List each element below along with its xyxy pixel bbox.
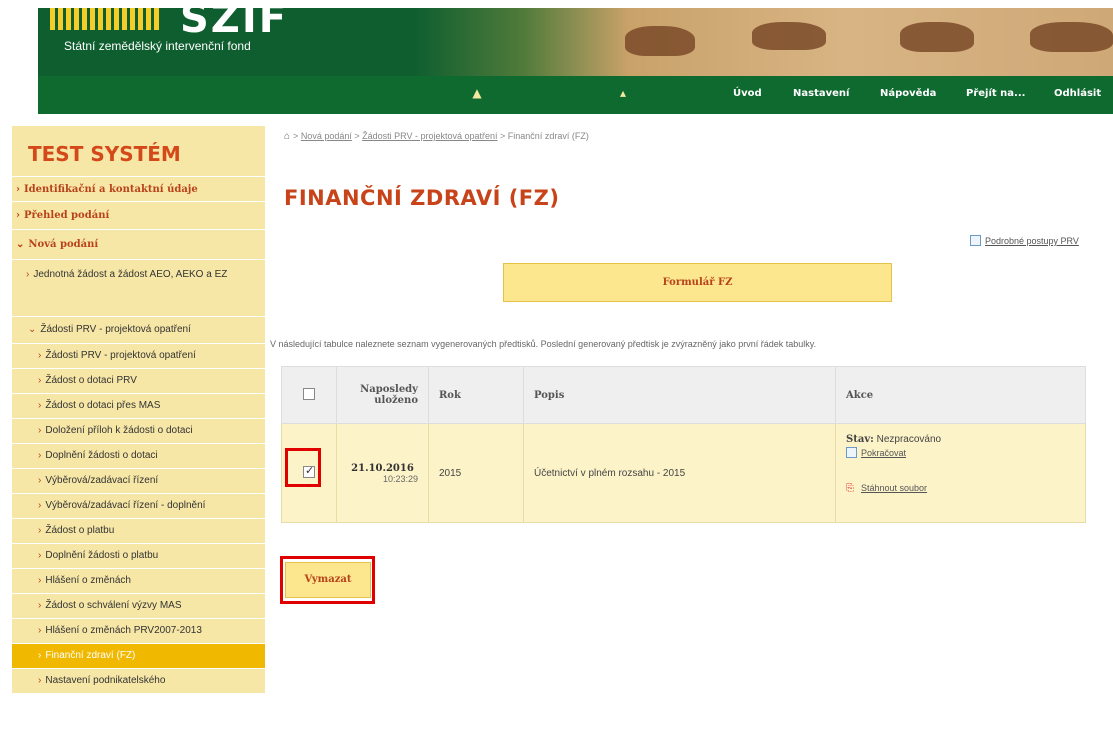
nav-help[interactable]: Nápověda: [880, 88, 936, 99]
saved-date: 21.10.2016: [351, 462, 414, 474]
nav-logout[interactable]: Odhlásit: [1054, 88, 1101, 99]
user-icon[interactable]: ▲: [470, 86, 484, 100]
sidebar-item-single-application[interactable]: › Jednotná žádost a žádost AEO, AEKO a EZ: [12, 259, 265, 316]
nav-settings[interactable]: Nastavení: [793, 88, 849, 99]
nav-home[interactable]: Úvod: [733, 88, 762, 99]
breadcrumb-current: Finanční zdraví (FZ): [507, 131, 589, 141]
sidebar-item-prv-subsidy[interactable]: › Žádost o dotaci PRV: [12, 368, 265, 393]
document-icon: [846, 447, 857, 458]
download-link[interactable]: Stáhnout soubor: [861, 483, 927, 493]
chevron-right-icon: ›: [38, 525, 42, 536]
chevron-down-icon: ⌄: [28, 324, 37, 335]
actions-cell: Stav: Nezpracováno Pokračovat ⎘ Stáhnout …: [835, 423, 1086, 523]
header-year: Rok: [428, 366, 524, 424]
download-action[interactable]: ⎘ Stáhnout soubor: [846, 483, 1075, 494]
cow-image: [900, 22, 974, 52]
sidebar-item-changes[interactable]: › Hlášení o změnách: [12, 568, 265, 593]
chevron-right-icon: ›: [38, 650, 42, 661]
chevron-right-icon: ›: [38, 425, 42, 436]
sidebar-item-overview[interactable]: › Přehled podání: [12, 201, 265, 229]
logo-subtitle: Státní zemědělský intervenční fond: [64, 39, 251, 53]
chevron-right-icon: ›: [38, 500, 42, 511]
cow-image: [1030, 22, 1113, 52]
header-saved: Naposledy uloženo: [336, 366, 429, 424]
system-title-box: TEST SYSTÉM: [12, 126, 265, 176]
breadcrumb-new-submissions[interactable]: Nová podání: [301, 131, 352, 141]
highlight-checkbox-box: [285, 448, 321, 487]
home-icon[interactable]: ⌂: [284, 131, 290, 142]
chevron-right-icon: ›: [16, 184, 20, 195]
sidebar-item-business-settings[interactable]: › Nastavení podnikatelského: [12, 668, 265, 693]
system-title: TEST SYSTÉM: [28, 142, 181, 166]
chevron-right-icon: ›: [38, 350, 42, 361]
intro-text: V následující tabulce naleznete seznam v…: [270, 339, 817, 349]
chevron-right-icon: ›: [38, 675, 42, 686]
chevron-right-icon: ›: [38, 575, 42, 586]
select-all-header: [281, 366, 337, 424]
procedures-link[interactable]: Podrobné postupy PRV: [970, 235, 1079, 246]
sidebar-item-changes-prv2007[interactable]: › Hlášení o změnách PRV2007-2013: [12, 618, 265, 643]
logo-text: SZIF: [180, 4, 289, 34]
cow-image: [752, 22, 826, 50]
sidebar-item-tender[interactable]: › Výběrová/zadávací řízení: [12, 468, 265, 493]
table-row: 21.10.2016 10:23:29 2015 Účetnictví v pl…: [281, 423, 1086, 523]
page-title: FINANČNÍ ZDRAVÍ (FZ): [284, 186, 560, 210]
chevron-down-icon: ⌄: [16, 239, 25, 250]
sidebar-item-subsidy-supplement[interactable]: › Doplnění žádosti o dotaci: [12, 443, 265, 468]
chevron-right-icon: ›: [38, 375, 42, 386]
chevron-right-icon: ›: [38, 450, 42, 461]
table-header-row: Naposledy uloženo Rok Popis Akce: [281, 366, 1086, 424]
year-cell: 2015: [428, 423, 524, 523]
sidebar-item-attachments[interactable]: › Doložení příloh k žádosti o dotaci: [12, 418, 265, 443]
status-value: Nezpracováno: [876, 434, 942, 445]
cow-image: [625, 26, 695, 56]
chevron-right-icon: ›: [26, 269, 30, 280]
sidebar-item-identification[interactable]: › Identifikační a kontaktní údaje: [12, 176, 265, 201]
profile-icon[interactable]: ▴: [616, 86, 630, 100]
saved-time: 10:23:29: [382, 473, 418, 484]
header-description: Popis: [523, 366, 836, 424]
chevron-right-icon: ›: [38, 475, 42, 486]
sidebar-item-mas-subsidy[interactable]: › Žádost o dotaci přes MAS: [12, 393, 265, 418]
sidebar-item-financial-health[interactable]: › Finanční zdraví (FZ): [12, 643, 265, 668]
sidebar-item-payment-supplement[interactable]: › Doplnění žádosti o platbu: [12, 543, 265, 568]
sidebar-item-new-submissions[interactable]: ⌄ Nová podání: [12, 229, 265, 259]
chevron-right-icon: ›: [16, 210, 20, 221]
chevron-right-icon: ›: [38, 400, 42, 411]
continue-action[interactable]: Pokračovat: [846, 447, 1075, 459]
sidebar-item-prv-project[interactable]: ⌄ Žádosti PRV - projektová opatření: [12, 316, 265, 343]
site-header: SZIF Státní zemědělský intervenční fond …: [0, 0, 1113, 116]
header-actions: Akce: [835, 366, 1086, 424]
sidebar-item-mas-call[interactable]: › Žádost o schválení výzvy MAS: [12, 593, 265, 618]
top-nav-bar: ▲ ▴ Úvod Nastavení Nápověda Přejít na...…: [38, 76, 1113, 114]
description-cell: Účetnictví v plném rozsahu - 2015: [523, 423, 836, 523]
sidebar-item-prv-project-sub[interactable]: › Žádosti PRV - projektová opatření: [12, 343, 265, 368]
results-table: Naposledy uloženo Rok Popis Akce 21.10.2…: [281, 366, 1086, 523]
select-all-checkbox[interactable]: [303, 387, 315, 400]
sidebar-item-tender-supplement[interactable]: › Výběrová/zadávací řízení - doplnění: [12, 493, 265, 518]
breadcrumb-prv-project[interactable]: Žádosti PRV - projektová opatření: [362, 131, 497, 141]
status-label: Stav:: [846, 434, 874, 445]
chevron-right-icon: ›: [38, 625, 42, 636]
highlight-delete-box: [280, 556, 375, 604]
breadcrumb: ⌂ > Nová podání > Žádosti PRV - projektov…: [284, 131, 589, 142]
form-fz-button[interactable]: Formulář FZ: [503, 263, 892, 302]
chevron-right-icon: ›: [38, 600, 42, 611]
pdf-icon: ⎘: [846, 483, 854, 494]
saved-cell: 21.10.2016 10:23:29: [336, 423, 429, 523]
status: Stav: Nezpracováno: [846, 434, 1075, 445]
sidebar-item-payment[interactable]: › Žádost o platbu: [12, 518, 265, 543]
sidebar: TEST SYSTÉM › Identifikační a kontaktní ú…: [0, 116, 265, 731]
chevron-right-icon: ›: [38, 550, 42, 561]
continue-link[interactable]: Pokračovat: [861, 448, 906, 458]
nav-goto[interactable]: Přejít na...: [966, 88, 1025, 99]
document-icon: [970, 235, 981, 246]
logo-stripes: [50, 8, 160, 30]
